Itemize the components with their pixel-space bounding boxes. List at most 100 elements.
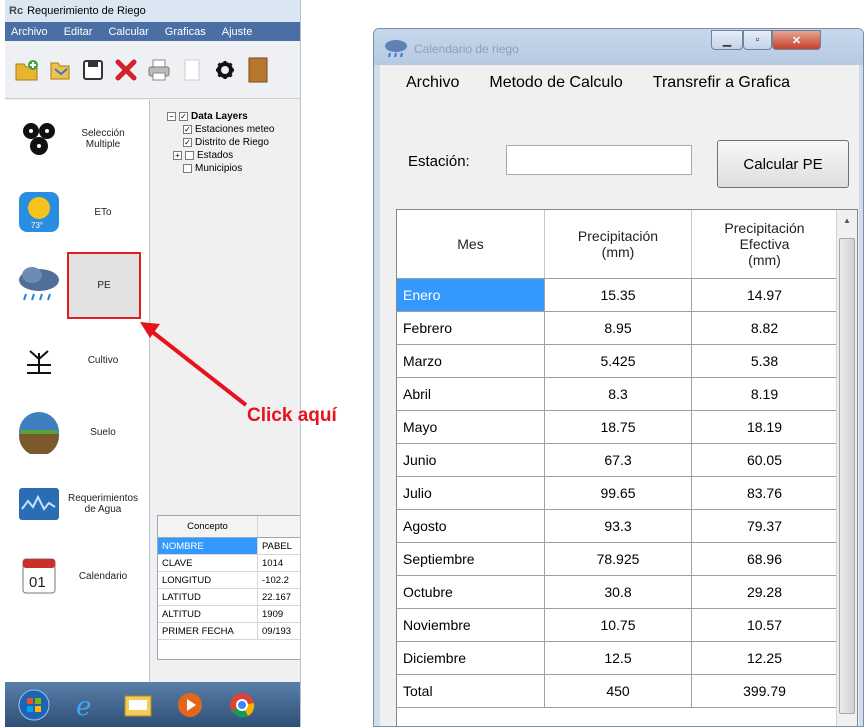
- delete-icon[interactable]: [114, 58, 138, 82]
- cell-precipitacion-efectiva[interactable]: 10.57: [692, 609, 837, 641]
- column-header-precipitacion-efectiva[interactable]: Precipitación Efectiva (mm): [692, 210, 837, 278]
- table-row[interactable]: Enero 15.35 14.97: [397, 279, 837, 312]
- cell-precipitacion[interactable]: 5.425: [545, 345, 692, 377]
- cell-precipitacion[interactable]: 78.925: [545, 543, 692, 575]
- table-row[interactable]: Junio 67.3 60.05: [397, 444, 837, 477]
- expand-toggle-icon[interactable]: +: [173, 150, 182, 160]
- cell-precipitacion-efectiva[interactable]: 8.19: [692, 378, 837, 410]
- menu-transferir-a-grafica[interactable]: Transrefir a Grafica: [653, 74, 790, 92]
- table-row[interactable]: Diciembre 12.5 12.25: [397, 642, 837, 675]
- cell-precipitacion-efectiva[interactable]: 5.38: [692, 345, 837, 377]
- layer-item[interactable]: ✓ Distrito de Riego: [183, 136, 269, 148]
- cell-precipitacion-efectiva[interactable]: 8.82: [692, 312, 837, 344]
- cell-precipitacion[interactable]: 18.75: [545, 411, 692, 443]
- collapse-toggle-icon[interactable]: −: [167, 111, 176, 121]
- cell-mes[interactable]: Julio: [397, 477, 545, 509]
- checkbox-checked-icon[interactable]: ✓: [183, 124, 192, 134]
- menu-ajustes[interactable]: Ajuste: [222, 26, 253, 38]
- cell-precipitacion[interactable]: 8.3: [545, 378, 692, 410]
- layer-item[interactable]: + Estados: [173, 149, 233, 161]
- table-row[interactable]: Noviembre 10.75 10.57: [397, 609, 837, 642]
- cell-mes[interactable]: Febrero: [397, 312, 545, 344]
- table-row[interactable]: Abril 8.3 8.19: [397, 378, 837, 411]
- menu-archivo[interactable]: Archivo: [406, 74, 459, 92]
- checkbox-checked-icon[interactable]: ✓: [183, 137, 192, 147]
- table-row[interactable]: LONGITUD -102.2: [158, 572, 300, 589]
- checkbox-unchecked-icon[interactable]: [185, 150, 194, 160]
- cell-precipitacion-efectiva[interactable]: 12.25: [692, 642, 837, 674]
- settings-gear-icon[interactable]: [213, 58, 237, 82]
- chrome-icon[interactable]: [225, 688, 259, 722]
- cell-precipitacion-efectiva[interactable]: 399.79: [692, 675, 837, 707]
- cell-precipitacion-efectiva[interactable]: 68.96: [692, 543, 837, 575]
- calcular-pe-button[interactable]: Calcular PE: [717, 140, 849, 188]
- table-row[interactable]: ALTITUD 1909: [158, 606, 300, 623]
- layer-item[interactable]: Municipios: [183, 162, 242, 174]
- cell-precipitacion-efectiva[interactable]: 18.19: [692, 411, 837, 443]
- cell-precipitacion-efectiva[interactable]: 29.28: [692, 576, 837, 608]
- open-icon[interactable]: [48, 58, 72, 82]
- sidebar-item-suelo[interactable]: Suelo: [5, 398, 150, 466]
- cell-precipitacion[interactable]: 8.95: [545, 312, 692, 344]
- table-row[interactable]: Julio 99.65 83.76: [397, 477, 837, 510]
- scrollbar-thumb[interactable]: [839, 238, 855, 714]
- start-button-icon[interactable]: [17, 688, 51, 722]
- layer-root[interactable]: − ✓ Data Layers: [167, 110, 248, 122]
- column-header-precipitacion[interactable]: Precipitación (mm): [545, 210, 692, 278]
- table-row[interactable]: LATITUD 22.167: [158, 589, 300, 606]
- sidebar-item-calendario[interactable]: 01 Calendario: [5, 542, 150, 610]
- sidebar-item-requerimientos[interactable]: Requerimientos de Agua: [5, 470, 150, 538]
- table-row[interactable]: Febrero 8.95 8.82: [397, 312, 837, 345]
- cell-mes[interactable]: Septiembre: [397, 543, 545, 575]
- menu-calcular[interactable]: Calcular: [108, 26, 148, 38]
- cell-mes[interactable]: Marzo: [397, 345, 545, 377]
- menu-editar[interactable]: Editar: [64, 26, 93, 38]
- pe-button[interactable]: PE: [67, 252, 141, 319]
- cell-precipitacion[interactable]: 93.3: [545, 510, 692, 542]
- cell-precipitacion-efectiva[interactable]: 83.76: [692, 477, 837, 509]
- cell-precipitacion[interactable]: 67.3: [545, 444, 692, 476]
- cell-mes[interactable]: Abril: [397, 378, 545, 410]
- checkbox-unchecked-icon[interactable]: [183, 163, 192, 173]
- maximize-button[interactable]: ▫: [743, 30, 772, 50]
- layer-item[interactable]: ✓ Estaciones meteo: [183, 123, 275, 135]
- menu-archivo[interactable]: Archivo: [11, 26, 48, 38]
- table-row[interactable]: Agosto 93.3 79.37: [397, 510, 837, 543]
- cell-precipitacion[interactable]: 99.65: [545, 477, 692, 509]
- scroll-up-icon[interactable]: ▲: [843, 216, 851, 225]
- table-row[interactable]: Octubre 30.8 29.28: [397, 576, 837, 609]
- cell-mes[interactable]: Noviembre: [397, 609, 545, 641]
- cell-mes[interactable]: Junio: [397, 444, 545, 476]
- media-player-icon[interactable]: [173, 688, 207, 722]
- table-row[interactable]: PRIMER FECHA 09/193: [158, 623, 300, 640]
- cell-mes[interactable]: Agosto: [397, 510, 545, 542]
- cell-precipitacion[interactable]: 12.5: [545, 642, 692, 674]
- cell-precipitacion-efectiva[interactable]: 14.97: [692, 279, 837, 311]
- table-row[interactable]: CLAVE 1014: [158, 555, 300, 572]
- minimize-button[interactable]: ▁: [711, 30, 743, 50]
- station-input[interactable]: [506, 145, 692, 175]
- close-button[interactable]: ✕: [772, 30, 821, 50]
- file-explorer-icon[interactable]: [121, 688, 155, 722]
- table-row[interactable]: Septiembre 78.925 68.96: [397, 543, 837, 576]
- new-folder-icon[interactable]: [15, 58, 39, 82]
- cell-mes[interactable]: Octubre: [397, 576, 545, 608]
- sidebar-item-eto[interactable]: 73° ETo: [5, 178, 150, 246]
- door-icon[interactable]: [246, 57, 270, 82]
- table-row[interactable]: Mayo 18.75 18.19: [397, 411, 837, 444]
- sidebar-item-seleccion-multiple[interactable]: Selección Multiple: [5, 105, 150, 173]
- checkbox-checked-icon[interactable]: ✓: [179, 111, 188, 121]
- save-icon[interactable]: [81, 58, 105, 82]
- table-row[interactable]: NOMBRE PABEL: [158, 538, 300, 555]
- cell-mes[interactable]: Total: [397, 675, 545, 707]
- sidebar-item-cultivo[interactable]: Cultivo: [5, 326, 150, 394]
- cell-precipitacion-efectiva[interactable]: 79.37: [692, 510, 837, 542]
- internet-explorer-icon[interactable]: e: [69, 688, 103, 722]
- table-row[interactable]: Total 450 399.79: [397, 675, 837, 708]
- cell-precipitacion[interactable]: 15.35: [545, 279, 692, 311]
- menu-metodo-de-calculo[interactable]: Metodo de Calculo: [489, 74, 622, 92]
- blank-document-icon[interactable]: [180, 58, 204, 82]
- vertical-scrollbar[interactable]: ▲ ▼: [836, 210, 857, 726]
- cell-mes[interactable]: Diciembre: [397, 642, 545, 674]
- cell-precipitacion[interactable]: 450: [545, 675, 692, 707]
